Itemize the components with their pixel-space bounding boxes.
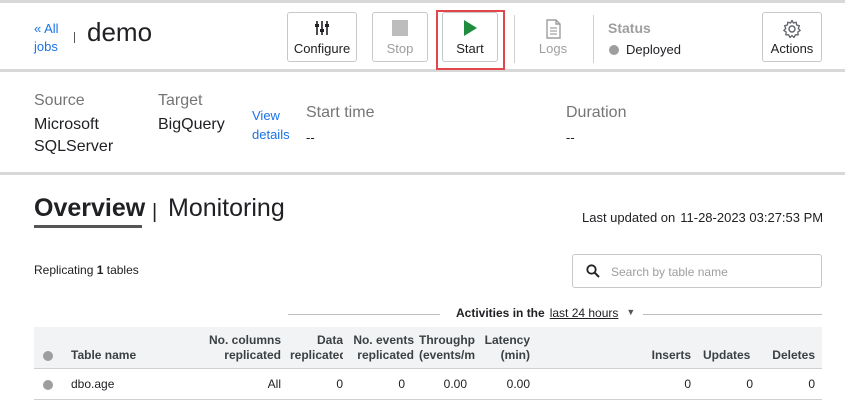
activities-label: Activities in the [456,306,545,320]
job-header: « All jobs demo Configure Stop Start Log… [0,0,845,72]
configure-button[interactable]: Configure [287,12,357,62]
status-label: Status [608,20,651,36]
col-inserts[interactable]: Inserts [634,348,691,363]
actions-label: Actions [770,41,814,56]
stop-square-icon [373,19,427,39]
col-latency[interactable]: Latency (min) [480,333,530,363]
cell-no-columns: All [267,377,281,391]
cell-latency: 0.00 [506,377,530,391]
col-no-events[interactable]: No. events replicated [352,333,414,363]
sliders-icon [288,19,356,39]
target-value: BigQuery [158,116,225,133]
cell-throughput: 0.00 [443,377,467,391]
start-label: Start [456,41,484,56]
source-label: Source [34,92,85,109]
target-label: Target [158,92,203,109]
play-icon [443,19,497,39]
tab-separator: | [152,201,158,223]
cell-deletes: 0 [808,377,815,391]
toolbar-divider [514,15,515,63]
replicating-prefix: Replicating [34,263,94,277]
status-dot-icon [609,45,619,55]
cell-data-replicated: 0 [336,377,343,391]
duration-label: Duration [566,104,627,121]
all-jobs-link[interactable]: « All jobs [34,20,74,56]
stop-label: Stop [386,41,414,56]
replicating-suffix: tables [106,263,139,277]
gear-icon [763,19,821,39]
activities-period-dropdown[interactable]: last 24 hours [550,306,619,320]
start-button[interactable]: Start [442,12,498,62]
last-updated: Last updated on 11-28-2023 03:27:53 PM [582,210,823,225]
job-details: Source Microsoft SQLServer Target BigQue… [0,75,845,175]
duration-value: -- [566,130,575,145]
replicating-summary: Replicating 1 tables [34,263,139,277]
table-row[interactable]: dbo.age All 0 0 0.00 0.00 0 0 0 [34,369,822,400]
configure-label: Configure [293,41,351,56]
cell-updates: 0 [746,377,753,391]
col-no-columns[interactable]: No. columns replicated [194,333,281,363]
view-details-link[interactable]: View details [252,106,296,144]
last-updated-label: Last updated on [582,210,676,225]
col-updates[interactable]: Updates [703,348,753,363]
replicating-count: 1 [96,263,104,277]
cell-table-name: dbo.age [71,377,115,391]
actions-button[interactable]: Actions [762,12,822,62]
active-tab-underline [34,225,142,228]
col-data-replicated[interactable]: Data replicated [290,333,343,363]
table-header: Table name No. columns replicated Data r… [34,327,822,369]
status-value: Deployed [626,42,681,57]
caret-down-icon[interactable]: ▼ [626,307,635,317]
cell-inserts: 0 [684,377,691,391]
table-search [572,254,822,288]
status-column-icon [43,351,53,361]
job-title: demo [87,17,153,47]
row-status-dot-icon [43,380,53,390]
tab-overview[interactable]: Overview [34,194,145,223]
logs-label: Logs [538,41,568,56]
tab-monitoring[interactable]: Monitoring [168,194,285,223]
status-divider [593,15,594,63]
last-updated-value: 11-28-2023 03:27:53 PM [680,210,824,225]
title-divider [74,32,75,43]
cell-no-events: 0 [398,377,405,391]
logs-button[interactable]: Logs [528,12,578,62]
document-icon [529,19,577,39]
col-deletes[interactable]: Deletes [760,348,815,363]
start-time-value: -- [306,130,315,145]
col-table-name[interactable]: Table name [71,348,136,363]
search-icon [586,264,600,283]
source-value: Microsoft SQLServer [34,116,114,155]
search-input[interactable] [611,262,811,282]
col-throughput[interactable]: Throughput (events/min) [419,333,475,363]
activity-period-selector: Activities in the last 24 hours ▼ [440,306,644,320]
start-time-label: Start time [306,104,375,121]
stop-button[interactable]: Stop [372,12,428,62]
